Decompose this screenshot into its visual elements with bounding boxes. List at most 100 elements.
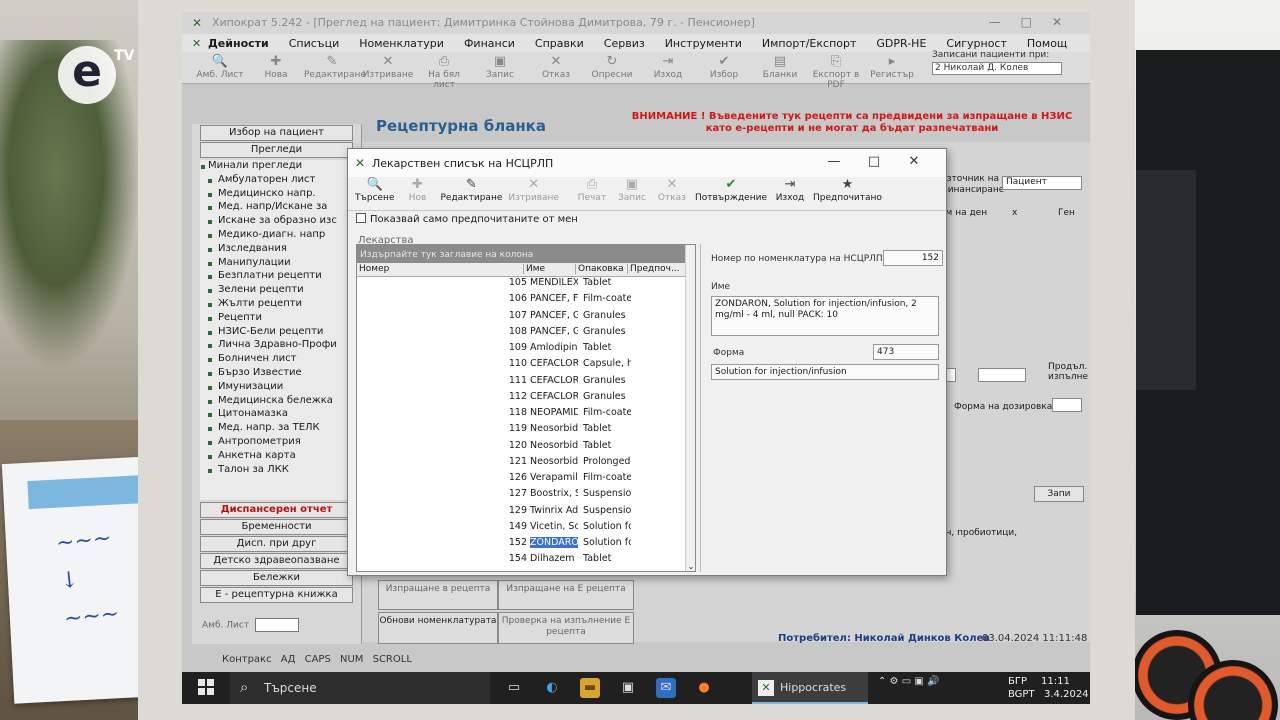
toolbar-button[interactable]: ▣ Запис [472,52,528,83]
tree-item[interactable]: Минали прегледи [200,160,353,174]
column-header[interactable]: Опаковка [575,264,627,274]
tree-item[interactable]: Искане за образно изс [200,215,353,229]
table-row[interactable]: 120 Neosorbid, Tablet [357,440,695,456]
source-select[interactable]: Пациент [1002,176,1082,190]
close-button[interactable]: ✕ [894,154,934,169]
table-row[interactable]: 118NEOPAMID Film-coated [357,407,695,423]
print-button[interactable]: ⎙ Печат [572,177,612,210]
window-controls[interactable]: —□✕ [989,15,1082,29]
menu-item[interactable]: Номенклатури [359,37,444,50]
menu-item[interactable]: Инструменти [665,37,742,50]
checkbox[interactable] [356,213,366,223]
send-e-prescription-button[interactable]: Изпращане на Е рецепта [498,580,634,610]
tree-item[interactable]: Талон за ЛКК [200,464,353,478]
refresh-nomenclature-button[interactable]: Обнови номенклатурата [378,612,498,644]
send-to-prescription-button[interactable]: Изпращане в рецепта [378,580,498,610]
table-row[interactable]: 154Dilhazem Sc Tablet [357,553,695,569]
grid-scrollbar[interactable]: ⌄ [685,245,695,571]
form-code-field[interactable]: 473 [873,344,939,360]
file-explorer-icon[interactable]: ▬ [580,678,600,698]
doctor-select[interactable]: 2 Николай Д. Колев [932,62,1062,75]
tree-item[interactable]: Мед. напр/Искане за [200,201,353,215]
table-row[interactable]: 112 CEFACLOR Granules [357,391,695,407]
preferred-button[interactable]: ★ Предпочитано [810,177,885,210]
delete-button[interactable]: ✕ Изтриване [505,177,562,210]
cancel-button[interactable]: ✕ Отказ [652,177,692,210]
table-row[interactable]: 106PANCEF, Fi Film-coated [357,293,695,309]
preferred-only-checkbox[interactable]: Показвай само предпочитаните от мен [348,211,946,227]
table-row[interactable]: 152ZONDARO Solution for [357,537,695,553]
pregnancies-button[interactable]: Бременности [200,519,353,535]
save-button[interactable]: Запи [1034,486,1084,502]
menu-item[interactable]: Дейности [208,37,269,50]
mail-icon[interactable]: ✉ [656,678,676,698]
toolbar-button[interactable]: ✚ Нова [248,52,304,83]
tree-item[interactable]: Цитонамазка [200,408,353,422]
exit-button[interactable]: ⇥ Изход [770,177,810,210]
language-indicator[interactable]: БГР [1008,675,1027,688]
maximize-button[interactable]: □ [854,154,894,169]
tree-item[interactable]: Зелени рецепти [200,284,353,298]
notes-button[interactable]: Бележки [200,570,353,586]
duration-field[interactable] [978,368,1026,382]
dispensary-report-button[interactable]: Диспансерен отчет [200,502,353,518]
check-e-prescription-button[interactable]: Проверка на изпълнение Е рецепта [498,612,634,644]
tree-item[interactable]: Медицинско напр. [200,188,353,202]
tree-item[interactable]: Жълти рецепти [200,298,353,312]
store-icon[interactable]: ▣ [618,678,638,698]
table-row[interactable]: 109Amlodipin A Tablet [357,342,695,358]
tree-item[interactable]: Безплатни рецепти [200,270,353,284]
toolbar-button[interactable]: 🔍 Амб. Лист [192,52,248,83]
select-patient-button[interactable]: Избор на пациент [200,125,353,141]
new-button[interactable]: ✚ Нов [397,177,437,210]
toolbar-button[interactable]: ▸ Регистър [864,52,920,83]
menu-item[interactable]: Сигурност [946,37,1006,50]
save-dialog-button[interactable]: ▣ Запис [612,177,652,210]
table-row[interactable]: 119 Neosorbid, Tablet [357,423,695,439]
drug-name-field[interactable]: ZONDARON, Solution for injection/infusio… [711,296,939,336]
tree-item[interactable]: НЗИС-Бели рецепти [200,326,353,340]
tree-item[interactable]: Лична Здравно-Профи [200,339,353,353]
dose-form-field[interactable] [1052,398,1082,412]
taskbar-app-hippocrates[interactable]: ✕ Hippocrates [752,672,868,704]
nomenclature-number-field[interactable]: 152 [883,250,943,266]
taskbar-search[interactable]: ⌕ Търсене [230,672,490,704]
table-row[interactable]: 108 PANCEF, G Granules [357,326,695,342]
menu-item[interactable]: Справки [535,37,584,50]
tree-item[interactable]: Медицинска бележка [200,395,353,409]
dispensary-other-button[interactable]: Дисп. при друг [200,536,353,552]
table-row[interactable]: 111 CEFACLOR Granules [357,375,695,391]
column-header[interactable]: Предпоч... [627,264,685,274]
windows-start-icon[interactable] [198,679,214,695]
confirm-button[interactable]: ✔ Потвърждение [692,177,770,210]
keyboard-layout[interactable]: BGPT [1008,688,1035,704]
tree-item[interactable]: Бързо Известие [200,367,353,381]
toolbar-button[interactable]: ↻ Опресни [584,52,640,83]
menu-item[interactable]: Сервиз [604,37,645,50]
tree-item[interactable]: Изследвания [200,243,353,257]
menu-item[interactable]: Импорт/Експорт [762,37,857,50]
edit-button[interactable]: ✎ Редактиране [437,177,505,210]
tree-item[interactable]: Рецепти [200,312,353,326]
firefox-icon[interactable]: ● [694,678,714,698]
table-row[interactable]: 149Vicetin, Sol Solution for [357,521,695,537]
toolbar-button[interactable]: ⎘ Експорт в PDF [808,52,864,90]
tree-item[interactable]: Анкетна карта [200,450,353,464]
column-header[interactable]: Име [523,264,575,274]
e-prescription-book-button[interactable]: Е - рецептурна книжка [200,587,353,603]
menu-item[interactable]: Финанси [464,37,515,50]
menu-item[interactable]: GDPR-НЕ [876,37,926,50]
table-row[interactable]: 127Boostrix, Su Suspension [357,488,695,504]
table-row[interactable]: 110CEFACLOR Capsule, ha [357,358,695,374]
tree-item[interactable]: Медико-диагн. напр [200,229,353,243]
tree-item[interactable]: Мед. напр. за ТЕЛК [200,422,353,436]
form-name-field[interactable]: Solution for injection/infusion [711,364,939,380]
toolbar-button[interactable]: ✕ Изтриване [360,52,416,83]
tree-item[interactable]: Амбулаторен лист [200,174,353,188]
table-row[interactable]: 126Verapamil S Film-coated [357,472,695,488]
clock[interactable]: БГР 11:11 BGPT 3.4.2024 г. [1008,675,1090,704]
toolbar-button[interactable]: ⇥ Изход [640,52,696,83]
menu-item[interactable]: Помощ [1027,37,1067,50]
reviews-button[interactable]: Прегледи [200,142,353,158]
tree-item[interactable]: Имунизации [200,381,353,395]
